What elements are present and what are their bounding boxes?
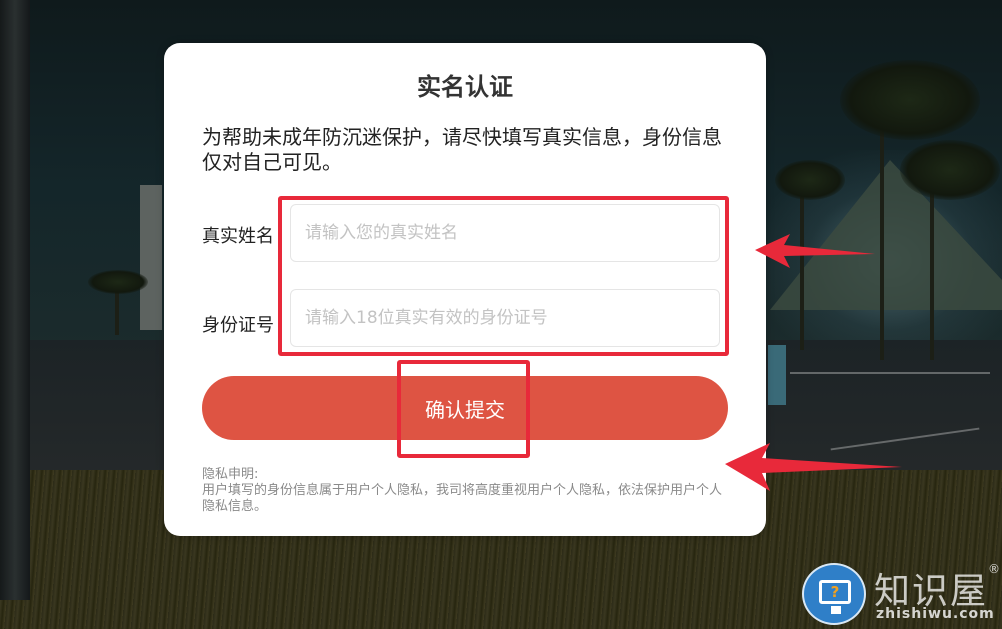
watermark: ? 知识屋 ® zhishiwu.com xyxy=(802,560,1002,626)
side-panel xyxy=(768,345,786,405)
name-label: 真实姓名 xyxy=(202,226,274,247)
road-marking xyxy=(790,372,990,374)
palm-tree-top xyxy=(840,60,980,140)
privacy-notice: 隐私申明: 用户填写的身份信息属于用户个人隐私，我司将高度重视用户个人隐私，依法… xyxy=(202,467,732,515)
monitor-stand xyxy=(831,606,841,614)
watermark-brand-en: zhishiwu.com xyxy=(876,606,995,622)
privacy-heading: 隐私申明: xyxy=(202,467,259,482)
palm-tree xyxy=(880,100,884,360)
palm-tree-top xyxy=(900,140,1000,200)
monitor-question-icon: ? xyxy=(819,580,851,604)
wall xyxy=(140,185,162,330)
watermark-logo: ? xyxy=(802,563,866,625)
dialog-intro: 为帮助未成年防沉迷保护，请尽快填写真实信息，身份信息仅对自己可见。 xyxy=(202,125,722,174)
palm-tree-top xyxy=(775,160,845,200)
input-fields-highlight xyxy=(278,196,729,356)
submit-button-highlight xyxy=(397,360,530,458)
arrow-left-icon xyxy=(725,443,902,491)
palm-tree-top xyxy=(88,270,148,294)
id-label: 身份证号 xyxy=(202,315,274,336)
pole xyxy=(0,0,30,600)
arrow-left-icon xyxy=(755,234,875,268)
watermark-registered: ® xyxy=(988,562,1000,576)
dialog-title: 实名认证 xyxy=(417,73,513,101)
privacy-body: 用户填写的身份信息属于用户个人隐私，我司将高度重视用户个人隐私，依法保护用户个人… xyxy=(202,483,723,514)
